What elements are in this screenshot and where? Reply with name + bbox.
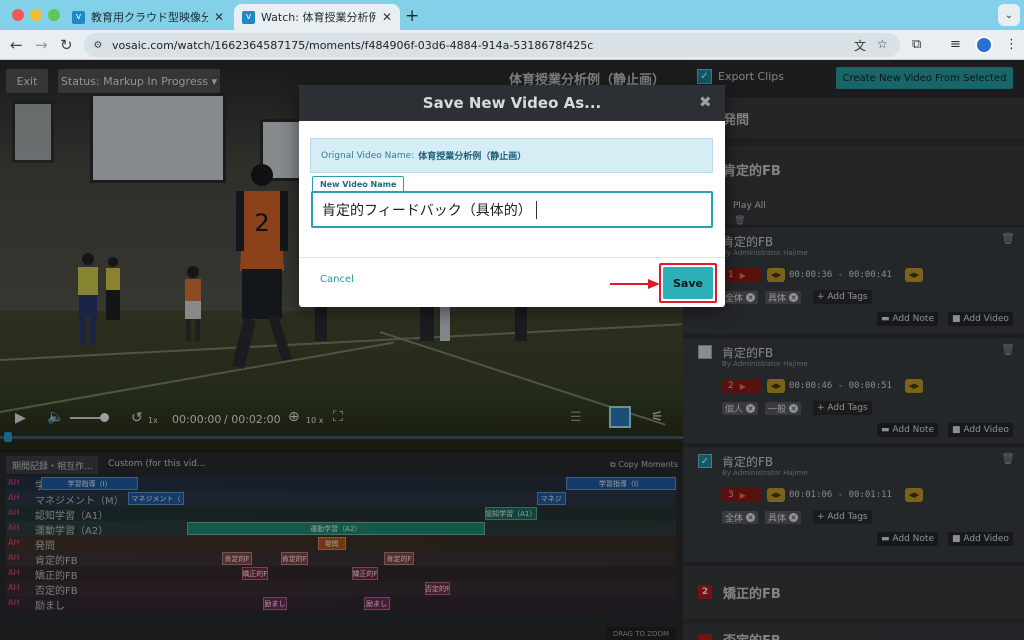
bookmark-star-icon[interactable]: ☆ <box>877 37 888 51</box>
forward-arrow-icon[interactable]: → <box>35 36 48 54</box>
vosaic-favicon-icon: v <box>242 10 255 24</box>
media-control-icon[interactable]: ≡ <box>950 37 961 52</box>
red-arrow-icon <box>610 279 660 289</box>
original-video-info: Orignal Video Name: 体育授業分析例（静止画） <box>310 138 713 173</box>
browser-menu-icon[interactable]: ⋮ <box>1005 37 1018 52</box>
save-new-video-dialog: Save New Video As... ✖ Orignal Video Nam… <box>299 85 725 307</box>
new-video-name-label: New Video Name <box>312 176 405 192</box>
address-bar[interactable]: ⚙ vosaic.com/watch/1662364587175/moments… <box>84 33 900 57</box>
original-video-label: Orignal Video Name: <box>321 150 415 161</box>
translate-icon[interactable]: 文 <box>854 37 866 54</box>
original-video-name: 体育授業分析例（静止画） <box>418 152 527 162</box>
minimize-window-button[interactable] <box>30 9 42 21</box>
browser-tab-2[interactable]: v Watch: 体育授業分析例（静止画） ✕ <box>234 4 400 30</box>
browser-tab-1[interactable]: v 教育用クラウド型映像分析ソフト ✕ <box>64 4 232 30</box>
new-video-name-input[interactable]: 肯定的フィードバック（具体的） <box>311 191 713 228</box>
browser-toolbar: ← → ↻ ⚙ vosaic.com/watch/1662364587175/m… <box>0 30 1024 60</box>
close-icon[interactable]: ✖ <box>699 93 712 111</box>
new-tab-button[interactable]: + <box>405 6 419 26</box>
vosaic-favicon-icon: v <box>72 10 85 24</box>
save-button[interactable]: Save <box>663 267 713 299</box>
browser-tab-bar: v 教育用クラウド型映像分析ソフト ✕ v Watch: 体育授業分析例（静止画… <box>0 0 1024 30</box>
cancel-button[interactable]: Cancel <box>320 274 354 285</box>
screen: v 教育用クラウド型映像分析ソフト ✕ v Watch: 体育授業分析例（静止画… <box>0 0 1024 640</box>
site-settings-icon[interactable]: ⚙ <box>90 37 106 53</box>
url-text: vosaic.com/watch/1662364587175/moments/f… <box>112 38 594 52</box>
maximize-window-button[interactable] <box>48 9 60 21</box>
tab-title: Watch: 体育授業分析例（静止画） <box>261 11 376 24</box>
profile-avatar[interactable] <box>975 36 993 54</box>
back-arrow-icon[interactable]: ← <box>10 36 23 54</box>
tab-search-chevron-icon[interactable]: ⌄ <box>998 4 1020 26</box>
extensions-puzzle-icon[interactable]: ⧉ <box>912 37 921 52</box>
tab-title: 教育用クラウド型映像分析ソフト <box>91 11 208 24</box>
text-caret <box>535 200 537 219</box>
dialog-divider <box>299 257 725 258</box>
tab-close-icon[interactable]: ✕ <box>214 10 224 24</box>
new-video-name-value: 肯定的フィードバック（具体的） <box>322 202 532 219</box>
reload-icon[interactable]: ↻ <box>60 36 73 54</box>
tab-close-icon[interactable]: ✕ <box>382 10 392 24</box>
close-window-button[interactable] <box>12 9 24 21</box>
dialog-title: Save New Video As... <box>299 85 725 121</box>
